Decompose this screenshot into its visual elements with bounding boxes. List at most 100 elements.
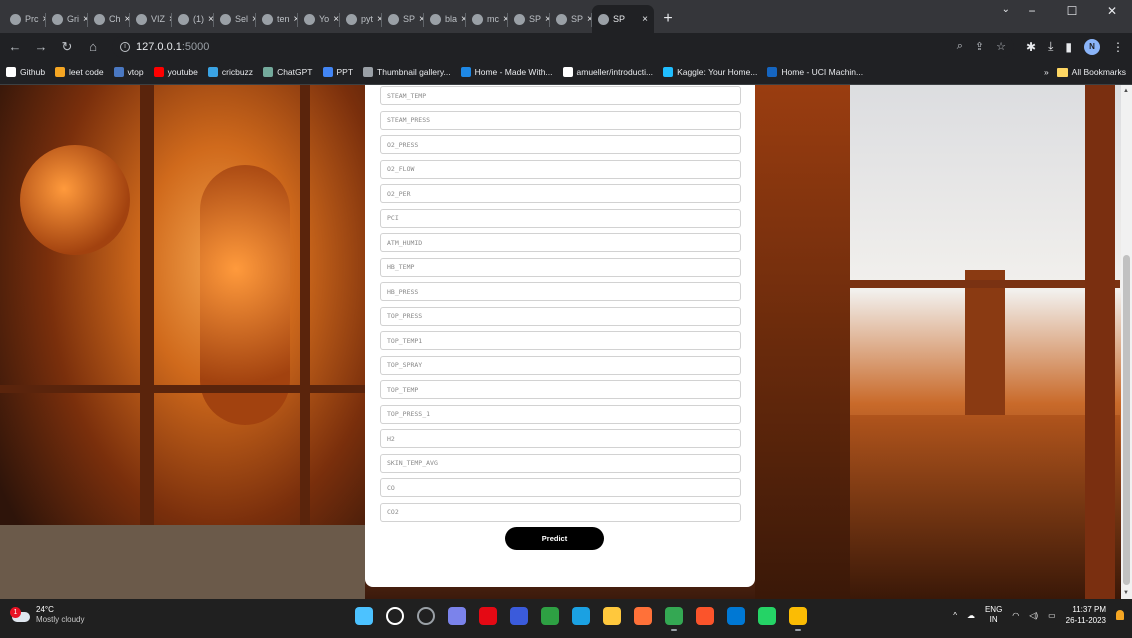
bookmark-item[interactable]: amueller/introducti... <box>562 67 653 77</box>
home-icon[interactable]: ⌂ <box>86 39 100 54</box>
battery-icon[interactable]: ▭ <box>1048 611 1056 620</box>
windows-start-icon[interactable] <box>355 607 373 625</box>
browser-tab[interactable]: Yo × <box>298 5 340 33</box>
input-co[interactable] <box>380 478 741 497</box>
file-explorer-icon[interactable] <box>603 607 621 625</box>
input-top-press-1[interactable] <box>380 404 741 424</box>
extensions-icon[interactable]: ✱ <box>1026 40 1036 54</box>
page-scrollbar[interactable]: ▲ ▼ <box>1121 85 1132 599</box>
bookmark-item[interactable]: Home - UCI Machin... <box>767 67 863 77</box>
side-panel-icon[interactable]: ▮ <box>1065 40 1072 54</box>
input-co2[interactable] <box>380 502 741 522</box>
browser-tab[interactable]: bla × <box>424 5 466 33</box>
scroll-down-arrow-icon[interactable]: ▼ <box>1123 590 1129 596</box>
brave-icon[interactable] <box>696 607 714 625</box>
bookmark-item[interactable]: cricbuzz <box>207 67 253 77</box>
input-hb-temp[interactable] <box>380 257 741 277</box>
input-top-press[interactable] <box>380 306 741 326</box>
whatsapp-icon[interactable] <box>758 607 776 625</box>
scrollbar-thumb[interactable] <box>1123 255 1130 585</box>
predict-button[interactable]: Predict <box>505 527 604 550</box>
input-o2-per[interactable] <box>380 184 741 203</box>
browser-tab[interactable]: ten × <box>256 5 298 33</box>
forward-arrow-icon[interactable]: → <box>34 39 48 54</box>
input-o2-press[interactable] <box>380 135 741 154</box>
browser-tab[interactable]: SP × <box>592 5 654 33</box>
input-hb-press[interactable] <box>380 282 741 301</box>
browser-tab[interactable]: SP × <box>508 5 550 33</box>
weather-widget[interactable]: 1 24°C Mostly cloudy <box>10 605 84 625</box>
share-icon[interactable]: ⇪ <box>975 40 984 53</box>
profile-avatar[interactable]: N <box>1084 38 1100 55</box>
browser-tab[interactable]: Gri × <box>46 5 88 33</box>
bookmark-item[interactable]: Github <box>6 67 45 77</box>
input-steam-temp[interactable] <box>380 86 741 105</box>
chrome-icon[interactable] <box>665 607 683 631</box>
menu-kebab-icon[interactable]: ⋮ <box>1112 40 1124 54</box>
all-bookmarks-button[interactable]: All Bookmarks <box>1056 67 1126 77</box>
bookmark-item[interactable]: youtube <box>153 67 198 77</box>
vscode-icon[interactable] <box>727 607 745 625</box>
browser-tab[interactable]: Ch × <box>88 5 130 33</box>
input-top-temp1[interactable] <box>380 331 741 350</box>
bookmark-item[interactable]: Kaggle: Your Home... <box>663 67 757 77</box>
chat-icon[interactable] <box>448 607 466 625</box>
browser-tab[interactable]: (1) × <box>172 5 214 33</box>
browser-tab[interactable]: SP × <box>382 5 424 33</box>
bookmarks-overflow-chevron-icon[interactable]: » <box>1044 67 1049 77</box>
tab-search-chevron-icon[interactable]: ⌄ <box>1002 4 1010 15</box>
maximize-button[interactable]: ☐ <box>1052 0 1092 22</box>
task-view-icon[interactable] <box>417 607 435 625</box>
browser-tab[interactable]: pyt × <box>340 5 382 33</box>
browser-tab[interactable]: mc × <box>466 5 508 33</box>
reload-icon[interactable]: ↻ <box>60 39 74 55</box>
close-window-button[interactable]: ✕ <box>1092 0 1132 22</box>
bookmark-item[interactable]: Home - Made With... <box>460 67 553 77</box>
scroll-up-arrow-icon[interactable]: ▲ <box>1123 88 1129 94</box>
firefox-icon[interactable] <box>634 607 652 625</box>
browser-tab[interactable]: VIZ × <box>130 5 172 33</box>
pillar <box>1085 85 1115 599</box>
tab-close-icon[interactable]: × <box>333 14 339 25</box>
app-store-icon[interactable] <box>510 607 528 625</box>
zoom-search-icon[interactable]: ⌕ <box>957 40 963 53</box>
input-h2[interactable] <box>380 429 741 448</box>
input-skin-temp-avg[interactable] <box>380 453 741 473</box>
address-bar[interactable]: i 127.0.0.1:5000 ⌕ ⇪ ☆ <box>112 35 1015 58</box>
search-icon[interactable] <box>386 607 404 625</box>
downloads-icon[interactable]: ⤓ <box>1048 39 1053 54</box>
volume-icon[interactable]: ◁) <box>1029 611 1038 620</box>
chrome-dev-icon[interactable] <box>789 607 807 631</box>
onedrive-cloud-icon[interactable]: ☁ <box>967 611 975 620</box>
back-arrow-icon[interactable]: ← <box>8 39 22 54</box>
notification-bell-icon[interactable] <box>1116 610 1124 620</box>
tab-title: ten <box>277 14 290 24</box>
browser-tab[interactable]: SP × <box>550 5 592 33</box>
input-steam-press[interactable] <box>380 110 741 130</box>
input-o2-flow[interactable] <box>380 159 741 179</box>
bookmark-item[interactable]: leet code <box>55 67 104 77</box>
tray-chevron-up-icon[interactable]: ^ <box>953 611 957 620</box>
bookmark-item[interactable]: PPT <box>322 67 353 77</box>
input-pci[interactable] <box>380 208 741 228</box>
minimize-button[interactable]: − <box>1012 0 1052 22</box>
language-indicator[interactable]: ENG IN <box>985 605 1002 625</box>
browser-tab[interactable]: Sel × <box>214 5 256 33</box>
bookmark-item[interactable]: Thumbnail gallery... <box>363 67 451 77</box>
site-info-icon[interactable]: i <box>120 41 130 52</box>
bookmark-star-icon[interactable]: ☆ <box>996 40 1006 53</box>
input-atm-humid[interactable] <box>380 233 741 252</box>
tab-close-icon[interactable]: × <box>208 14 214 25</box>
edge-icon[interactable] <box>541 607 559 625</box>
netflix-icon[interactable] <box>479 607 497 625</box>
bookmark-item[interactable]: vtop <box>113 67 144 77</box>
vscode-blue-icon[interactable] <box>572 607 590 625</box>
tab-close-icon[interactable]: × <box>642 14 648 25</box>
bookmark-item[interactable]: ChatGPT <box>263 67 313 77</box>
new-tab-button[interactable]: + <box>654 5 682 33</box>
clock[interactable]: 11:37 PM 26-11-2023 <box>1066 604 1106 626</box>
browser-tab[interactable]: Prc × <box>4 5 46 33</box>
wifi-icon[interactable]: ◠ <box>1012 611 1019 620</box>
input-top-spray[interactable] <box>380 355 741 375</box>
input-top-temp[interactable] <box>380 380 741 399</box>
